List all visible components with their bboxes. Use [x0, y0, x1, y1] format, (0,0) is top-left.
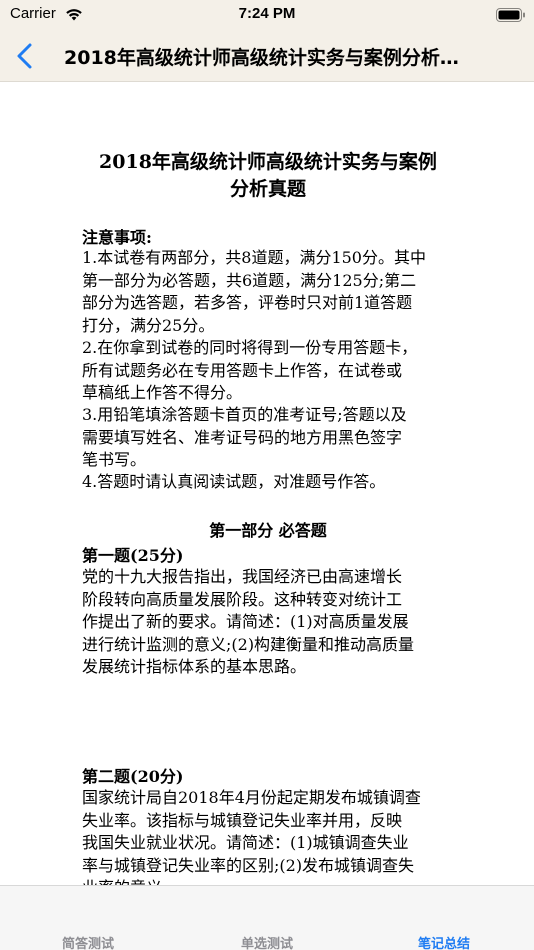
text-line: 率与城镇登记失业率的区别;(2)发布城镇调查失 — [82, 855, 415, 875]
text-line: 4.答题时请认真阅读试题，对准题号作答。 — [82, 472, 386, 491]
status-time: 7:24 PM — [238, 5, 296, 22]
text-line: 需要填写姓名、准考证号码的地方用黑色签字 — [82, 427, 403, 447]
nav-title: 2018年高级统计师高级统计实务与案例分析… — [64, 47, 459, 69]
text-line: 阶段转向高质量发展阶段。这种转变对统计工 — [82, 589, 403, 609]
text-line: 3.用铅笔填涂答题卡首页的准考证号;答题以及 — [82, 405, 407, 424]
text-line: 笔书写。 — [82, 450, 147, 469]
tab-short-answer-test[interactable]: 简答测试 — [28, 933, 148, 950]
text-line: 业率的意义。 — [82, 877, 454, 885]
text-line: 党的十九大报告指出，我国经济已由高速增长 — [82, 567, 403, 586]
document-view[interactable]: 2018年高级统计师高级统计实务与案例 分析真题 注意事项: 1.本试卷有两部分… — [0, 83, 534, 885]
note-3: 3.用铅笔填涂答题卡首页的准考证号;答题以及 需要填写姓名、准考证号码的地方用黑… — [82, 404, 454, 472]
document-title-line: 2018年高级统计师高级统计实务与案例 — [99, 151, 437, 173]
note-4: 4.答题时请认真阅读试题，对准题号作答。 — [82, 471, 454, 494]
notes-heading: 注意事项: — [82, 228, 152, 247]
text-line: 1.本试卷有两部分，共8道题，满分150分。其中 — [82, 248, 426, 267]
text-line: 国家统计局自2018年4月份起定期发布城镇调查 — [82, 788, 421, 807]
text-line: 打分，满分25分。 — [82, 315, 215, 335]
tab-notes-summary[interactable]: 笔记总结 — [384, 933, 504, 950]
document-title-line: 分析真题 — [229, 178, 306, 200]
question-2-text: 国家统计局自2018年4月份起定期发布城镇调查 失业率。该指标与城镇登记失业率并… — [82, 787, 454, 885]
question-2-heading: 第二题(20分) — [82, 767, 184, 786]
tab-single-choice-test[interactable]: 单选测试 — [207, 933, 327, 950]
text-line: 失业率。该指标与城镇登记失业率并用，反映 — [82, 810, 403, 830]
section-heading: 第一部分 必答题 — [209, 521, 327, 540]
text-line: 2.在你拿到试卷的同时将得到一份专用答题卡， — [82, 338, 418, 357]
text-line: 作提出了新的要求。请简述：(1)对高质量发展 — [82, 612, 409, 631]
text-line: 部分为选答题，若多答，评卷时只对前1道答题 — [82, 293, 413, 312]
navigation-bar: 2018年高级统计师高级统计实务与案例分析… — [0, 30, 534, 82]
text-line: 第一部分为必答题，共6道题，满分125分;第二 — [82, 270, 417, 290]
note-2: 2.在你拿到试卷的同时将得到一份专用答题卡， 所有试题务必在专用答题卡上作答，在… — [82, 337, 454, 405]
text-line: 发展统计指标体系的基本思路。 — [82, 657, 307, 676]
status-bar: Carrier 7:24 PM — [0, 0, 534, 30]
text-line: 草稿纸上作答不得分。 — [82, 383, 243, 402]
note-1: 1.本试卷有两部分，共8道题，满分150分。其中 第一部分为必答题，共6道题，满… — [82, 247, 454, 337]
tab-bar: 简答测试 单选测试 笔记总结 — [0, 885, 534, 950]
document-title: 2018年高级统计师高级统计实务与案例 分析真题 — [82, 149, 454, 203]
text-line: 所有试题务必在专用答题卡上作答，在试卷或 — [82, 360, 403, 380]
battery-icon — [496, 8, 525, 22]
text-line: 进行统计监测的意义;(2)构建衡量和推动高质量 — [82, 634, 415, 654]
text-line: 我国失业就业状况。请简述：(1)城镇调查失业 — [82, 833, 409, 852]
question-1-heading: 第一题(25分) — [82, 546, 184, 565]
chevron-left-icon[interactable] — [8, 38, 44, 74]
question-1-text: 党的十九大报告指出，我国经济已由高速增长 阶段转向高质量发展阶段。这种转变对统计… — [82, 566, 454, 679]
